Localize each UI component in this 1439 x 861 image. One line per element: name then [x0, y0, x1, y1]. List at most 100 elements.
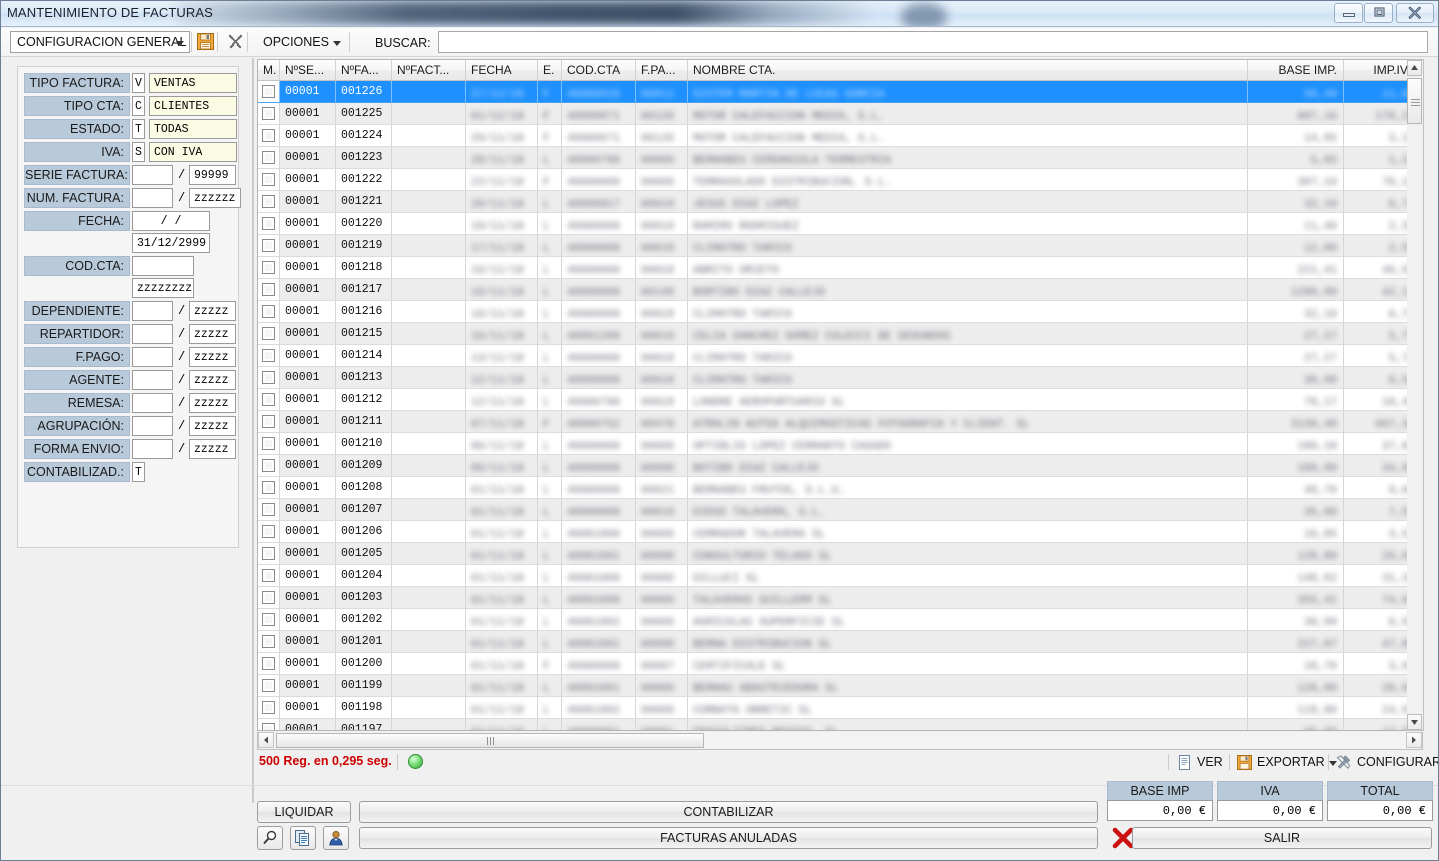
filter-from-input[interactable] [132, 393, 173, 413]
grid-column-header-m[interactable]: M. [258, 60, 280, 80]
table-row[interactable]: 00001 001226 27/12/18 F 40000018 00012 SISTEM … [258, 81, 1422, 103]
liquidar-button[interactable]: LIQUIDAR [257, 801, 351, 823]
row-checkbox[interactable] [262, 173, 275, 186]
ver-button[interactable]: VER [1177, 753, 1223, 772]
table-row[interactable]: 00001 001209 06/11/18 L 40000000 00000 BOTIBO … [258, 455, 1422, 477]
table-row[interactable]: 00001 001223 28/11/18 L 40000790 00000 BERNABE… [258, 147, 1422, 169]
filter-code-input[interactable]: V [132, 73, 145, 93]
filter-to-input[interactable]: zzzzz [189, 439, 236, 459]
row-checkbox[interactable] [262, 129, 275, 142]
minimize-button[interactable] [1334, 3, 1363, 23]
row-checkbox[interactable] [262, 547, 275, 560]
save-floppy-icon[interactable] [197, 33, 214, 55]
row-checkbox[interactable] [262, 481, 275, 494]
row-checkbox[interactable] [262, 679, 275, 692]
table-row[interactable]: 00001 001211 07/11/18 F 40000752 00478 ATRALIN… [258, 411, 1422, 433]
grid-column-header-nfa[interactable]: NºFA... [336, 60, 392, 80]
filter-to-input[interactable]: zzzzz [189, 393, 236, 413]
table-row[interactable]: 00001 001219 17/11/18 L 40000000 00018 CLIMATR… [258, 235, 1422, 257]
filter-value-input[interactable]: VENTAS [149, 73, 237, 93]
table-row[interactable]: 00001 001203 01/11/18 L 40001000 00000 TALAVER… [258, 587, 1422, 609]
facturas-anuladas-button[interactable]: FACTURAS ANULADAS [359, 827, 1098, 849]
close-button[interactable] [1396, 3, 1434, 23]
table-row[interactable]: 00001 001204 01/11/18 L 40001000 00000 GILLUCI… [258, 565, 1422, 587]
row-checkbox[interactable] [262, 393, 275, 406]
table-row[interactable]: 00001 001206 01/11/18 L 40001000 00000 CERRADO… [258, 521, 1422, 543]
restore-button[interactable] [1364, 3, 1393, 23]
filter-from-input[interactable] [132, 188, 173, 208]
table-row[interactable]: 00001 001220 19/11/18 L 40000000 00019 RAMIRO … [258, 213, 1422, 235]
row-checkbox[interactable] [262, 261, 275, 274]
user-icon-button[interactable] [323, 826, 349, 850]
scroll-left-arrow[interactable] [258, 732, 274, 748]
scroll-up-arrow[interactable] [1407, 60, 1422, 76]
salir-button[interactable]: SALIR [1132, 827, 1432, 849]
filter-value-input[interactable]: CON IVA [149, 142, 237, 162]
row-checkbox[interactable] [262, 723, 275, 730]
table-row[interactable]: 00001 001216 16/11/18 L 40000000 00018 CLIMATR… [258, 301, 1422, 323]
filter-from-input[interactable] [132, 370, 173, 390]
grid-column-header-e[interactable]: E. [538, 60, 562, 80]
row-checkbox[interactable] [262, 657, 275, 670]
filter-codcta-from-input[interactable] [132, 256, 194, 276]
filter-to-input[interactable]: zzzzzz [189, 188, 241, 208]
row-checkbox[interactable] [262, 239, 275, 252]
filter-to-input[interactable]: 99999 [189, 165, 236, 185]
filter-from-input[interactable] [132, 301, 173, 321]
grid-horizontal-scrollbar[interactable] [257, 732, 1423, 750]
row-checkbox[interactable] [262, 371, 275, 384]
scroll-right-arrow[interactable] [1406, 732, 1422, 748]
table-row[interactable]: 00001 001225 01/12/18 F 40000071 00126 MOTOR C… [258, 103, 1422, 125]
filter-flag-input[interactable]: T [132, 462, 145, 482]
contabilizar-button[interactable]: CONTABILIZAR [359, 801, 1098, 823]
filter-from-input[interactable] [132, 324, 173, 344]
grid-column-header-base[interactable]: BASE IMP. [1248, 60, 1344, 80]
filter-codcta-to-input[interactable]: zzzzzzzz [132, 278, 194, 298]
filter-to-input[interactable]: zzzzz [189, 370, 236, 390]
table-row[interactable]: 00001 001222 22/11/18 F 40000009 00000 TERRASO… [258, 169, 1422, 191]
configuration-combobox[interactable]: CONFIGURACION GENERAL [10, 31, 190, 53]
scroll-down-arrow[interactable] [1407, 714, 1422, 730]
filter-to-input[interactable]: zzzzz [189, 324, 236, 344]
table-row[interactable]: 00001 001198 01/11/18 L 40001002 00000 CORBATA… [258, 697, 1422, 719]
grid-column-header-nse[interactable]: NºSE... [280, 60, 336, 80]
table-row[interactable]: 00001 001218 16/11/18 L 40000000 00018 ABRITO … [258, 257, 1422, 279]
table-row[interactable]: 00001 001207 01/11/18 L 40000000 00019 DIEGO T… [258, 499, 1422, 521]
filter-from-input[interactable] [132, 347, 173, 367]
grid-vertical-scrollbar[interactable] [1407, 59, 1424, 731]
table-row[interactable]: 00001 001214 13/11/18 L 40000000 00018 CLIMATR… [258, 345, 1422, 367]
row-checkbox[interactable] [262, 195, 275, 208]
row-checkbox[interactable] [262, 217, 275, 230]
grid-column-header-nombre[interactable]: NOMBRE CTA. [688, 60, 1248, 80]
filter-from-input[interactable] [132, 165, 173, 185]
opciones-menu-button[interactable]: OPCIONES [259, 32, 343, 53]
table-row[interactable]: 00001 001217 16/11/18 L 40000000 00148 BORTIBO… [258, 279, 1422, 301]
filter-to-input[interactable]: zzzzz [189, 347, 236, 367]
row-checkbox[interactable] [262, 327, 275, 340]
table-row[interactable]: 00001 001213 12/11/18 L 40000000 00018 CLIMATR… [258, 367, 1422, 389]
row-checkbox[interactable] [262, 503, 275, 516]
search-icon-button[interactable] [257, 826, 283, 850]
grid-body[interactable]: 00001 001226 27/12/18 F 40000018 00012 SISTEM … [258, 81, 1422, 730]
filter-code-input[interactable]: T [132, 119, 145, 139]
grid-column-header-nfact[interactable]: NºFACT... [392, 60, 466, 80]
filter-to-input[interactable]: zzzzz [189, 301, 236, 321]
table-row[interactable]: 00001 001210 06/11/18 L 40000000 00000 OPTIBLI… [258, 433, 1422, 455]
row-checkbox[interactable] [262, 415, 275, 428]
row-checkbox[interactable] [262, 305, 275, 318]
table-row[interactable]: 00001 001212 12/11/18 L 40000790 00018 LONDRE … [258, 389, 1422, 411]
exportar-button[interactable]: EXPORTAR [1237, 753, 1339, 772]
table-row[interactable]: 00001 001199 01/11/18 L 40001001 00000 BERNAU … [258, 675, 1422, 697]
table-row[interactable]: 00001 001202 01/11/18 L 40001002 00000 AGRICOL… [258, 609, 1422, 631]
search-input[interactable] [438, 31, 1428, 53]
row-checkbox[interactable] [262, 349, 275, 362]
row-checkbox[interactable] [262, 613, 275, 626]
filter-date-from-input[interactable]: / / [132, 211, 210, 231]
table-row[interactable]: 00001 001201 01/11/18 L 40001001 00000 BERNA D… [258, 631, 1422, 653]
filter-to-input[interactable]: zzzzz [189, 416, 236, 436]
table-row[interactable]: 00001 001221 20/11/18 L 40000917 00019 JESUS D… [258, 191, 1422, 213]
row-checkbox[interactable] [262, 569, 275, 582]
row-checkbox[interactable] [262, 591, 275, 604]
row-checkbox[interactable] [262, 107, 275, 120]
grid-column-header-fecha[interactable]: FECHA [466, 60, 538, 80]
